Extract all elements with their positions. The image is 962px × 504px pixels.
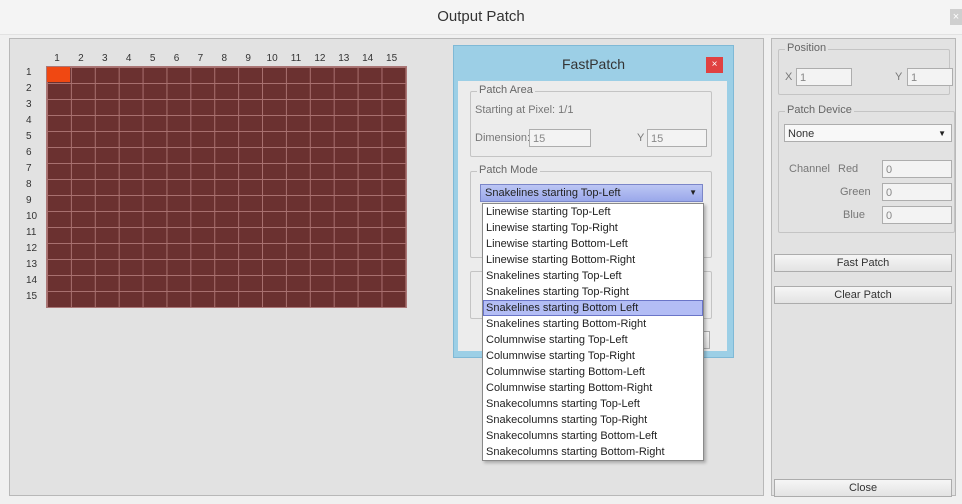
grid-column-header: 8 xyxy=(221,53,228,64)
chevron-down-icon: ▼ xyxy=(938,129,946,138)
grid-row-header: 8 xyxy=(26,179,32,190)
grid-column-header: 15 xyxy=(386,53,398,64)
starting-pixel-text: Starting at Pixel: 1/1 xyxy=(475,104,574,116)
grid-column-header: 5 xyxy=(149,53,156,64)
channel-label: Channel xyxy=(789,163,830,175)
patch-mode-option[interactable]: Linewise starting Bottom-Right xyxy=(483,252,703,268)
patch-mode-value: Snakelines starting Top-Left xyxy=(485,187,621,199)
grid-column-header: 9 xyxy=(245,53,251,64)
position-x-label: X xyxy=(785,71,793,83)
patch-mode-option[interactable]: Linewise starting Top-Right xyxy=(483,220,703,236)
blue-channel-field[interactable]: 0 xyxy=(882,206,952,224)
clear-patch-button[interactable]: Clear Patch xyxy=(774,286,952,304)
red-channel-field[interactable]: 0 xyxy=(882,160,952,178)
patch-mode-option[interactable]: Linewise starting Top-Left xyxy=(483,204,703,220)
position-label: Position xyxy=(785,42,829,54)
grid-row-header: 2 xyxy=(26,83,32,94)
patch-mode-option[interactable]: Snakecolumns starting Bottom-Right xyxy=(483,444,703,460)
blue-label: Blue xyxy=(843,209,866,221)
side-panel: Position X 1 Y 1 Patch Device None ▼ Cha… xyxy=(771,38,956,497)
grid-row-header: 10 xyxy=(26,211,38,222)
patch-mode-option[interactable]: Snakecolumns starting Top-Right xyxy=(483,412,703,428)
patch-device-select[interactable]: None ▼ xyxy=(784,124,952,142)
grid-column-header: 2 xyxy=(78,53,84,64)
patch-mode-option[interactable]: Columnwise starting Top-Right xyxy=(483,348,703,364)
patch-mode-select[interactable]: Snakelines starting Top-Left ▼ xyxy=(480,184,703,202)
grid-column-header: 10 xyxy=(266,53,278,64)
grid-column-header: 6 xyxy=(173,53,180,64)
grid-row-header: 5 xyxy=(26,131,32,142)
pixel-grid[interactable] xyxy=(46,66,407,308)
position-y-field[interactable]: 1 xyxy=(907,68,953,86)
grid-column-header: 14 xyxy=(362,53,374,64)
grid-column-header: 11 xyxy=(290,53,302,64)
title-bar: Output Patch × xyxy=(0,0,962,35)
position-y-label: Y xyxy=(895,71,903,83)
patch-mode-option[interactable]: Snakelines starting Bottom Left xyxy=(483,300,703,316)
patch-area-group: Patch Area Starting at Pixel: 1/1 Dimens… xyxy=(470,84,712,157)
fastpatch-title: FastPatch xyxy=(561,56,626,72)
grid-row-header: 3 xyxy=(26,99,32,110)
patch-mode-option[interactable]: Columnwise starting Bottom-Left xyxy=(483,364,703,380)
active-cell[interactable] xyxy=(47,67,70,82)
patch-mode-label: Patch Mode xyxy=(477,164,540,176)
dimension-y-field[interactable]: 15 xyxy=(647,129,707,147)
patch-mode-dropdown: Linewise starting Top-Left Linewise start… xyxy=(482,203,704,461)
position-group: Position X 1 Y 1 xyxy=(778,42,953,95)
dimension-y-label: Y xyxy=(637,132,645,144)
grid-column-header: 1 xyxy=(54,53,60,64)
grid-row-header: 12 xyxy=(26,243,38,254)
patch-mode-option[interactable]: Columnwise starting Bottom-Right xyxy=(483,380,703,396)
grid-row-header: 4 xyxy=(26,115,32,126)
patch-mode-option[interactable]: Columnwise starting Top-Left xyxy=(483,332,703,348)
dialog-close-icon[interactable]: × xyxy=(706,57,723,73)
fast-patch-button[interactable]: Fast Patch xyxy=(774,254,952,272)
patch-mode-option[interactable]: Linewise starting Bottom-Left xyxy=(483,236,703,252)
window-title: Output Patch xyxy=(437,8,525,25)
green-channel-field[interactable]: 0 xyxy=(882,183,952,201)
grid-row-header: 7 xyxy=(26,163,32,174)
output-patch-window: Output Patch × 1 2 3 4 5 6 7 8 9 10 11 12 13 14 15 123… xyxy=(0,0,962,504)
grid-row-header: 14 xyxy=(26,275,38,286)
patch-device-group: Patch Device None ▼ Channel Red 0 Green … xyxy=(778,104,955,233)
window-close-icon[interactable]: × xyxy=(950,9,962,25)
patch-mode-option[interactable]: Snakelines starting Top-Left xyxy=(483,268,703,284)
grid-row-header: 11 xyxy=(26,227,37,238)
red-label: Red xyxy=(838,163,859,175)
grid-column-header: 4 xyxy=(125,53,132,64)
grid-column-header: 3 xyxy=(102,53,108,64)
position-x-field[interactable]: 1 xyxy=(796,68,852,86)
grid-row-header: 9 xyxy=(26,195,32,206)
patch-mode-option[interactable]: Snakecolumns starting Top-Left xyxy=(483,396,703,412)
patch-mode-option[interactable]: Snakecolumns starting Bottom-Left xyxy=(483,428,703,444)
grid-row-header: 13 xyxy=(26,259,38,270)
patch-mode-option[interactable]: Snakelines starting Bottom-Right xyxy=(483,316,703,332)
patch-area-label: Patch Area xyxy=(477,84,535,96)
patch-device-label: Patch Device xyxy=(785,104,854,116)
grid-column-header: 13 xyxy=(338,53,350,64)
grid-row-header: 15 xyxy=(26,291,38,302)
dimension-x-field[interactable]: 15 xyxy=(529,129,591,147)
patch-device-value: None xyxy=(788,128,815,140)
patch-mode-option[interactable]: Snakelines starting Top-Right xyxy=(483,284,703,300)
grid-row-header: 6 xyxy=(26,147,32,158)
green-label: Green xyxy=(840,186,871,198)
grid-row-header: 1 xyxy=(26,67,32,78)
close-button[interactable]: Close xyxy=(774,479,952,497)
grid-column-header: 7 xyxy=(197,53,204,64)
grid-column-header: 12 xyxy=(314,53,326,64)
chevron-down-icon: ▼ xyxy=(689,188,697,197)
